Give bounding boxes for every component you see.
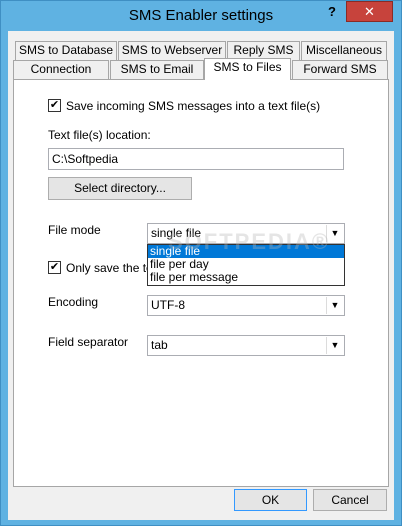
field-separator-value: tab bbox=[151, 338, 168, 352]
tab-sms-to-email[interactable]: SMS to Email bbox=[110, 60, 204, 79]
chevron-down-icon[interactable]: ▼ bbox=[326, 297, 343, 314]
close-icon: ✕ bbox=[364, 4, 375, 19]
ok-button[interactable]: OK bbox=[234, 489, 307, 511]
settings-window: SMS Enabler settings ? ✕ SMS to Database… bbox=[0, 0, 402, 526]
only-save-checkbox[interactable]: ✔ bbox=[48, 261, 61, 274]
file-mode-dropdown-list: single file file per day file per messag… bbox=[147, 244, 345, 286]
location-input[interactable]: C:\Softpedia bbox=[48, 148, 344, 170]
encoding-value: UTF-8 bbox=[151, 298, 185, 312]
tab-miscellaneous[interactable]: Miscellaneous bbox=[301, 41, 387, 60]
checkmark-icon: ✔ bbox=[49, 261, 60, 273]
chevron-down-icon[interactable]: ▼ bbox=[326, 225, 343, 242]
only-save-label: Only save the tex bbox=[66, 261, 159, 275]
field-separator-select[interactable]: tab ▼ bbox=[147, 335, 345, 356]
tab-sms-to-database[interactable]: SMS to Database bbox=[15, 41, 117, 60]
chevron-down-icon[interactable]: ▼ bbox=[326, 337, 343, 354]
save-sms-label: Save incoming SMS messages into a text f… bbox=[66, 99, 321, 113]
file-mode-option-file-per-message[interactable]: file per message bbox=[148, 271, 344, 284]
close-button[interactable]: ✕ bbox=[346, 1, 393, 22]
checkmark-icon: ✔ bbox=[49, 99, 60, 111]
sms-to-files-panel: ✔ Save incoming SMS messages into a text… bbox=[13, 79, 389, 487]
select-directory-button[interactable]: Select directory... bbox=[48, 177, 192, 200]
tab-forward-sms[interactable]: Forward SMS bbox=[292, 60, 388, 79]
cancel-button[interactable]: Cancel bbox=[313, 489, 387, 511]
dialog-client: SMS to Database SMS to Webserver Reply S… bbox=[8, 31, 394, 520]
field-separator-label: Field separator bbox=[48, 335, 129, 349]
save-sms-checkbox[interactable]: ✔ bbox=[48, 99, 61, 112]
file-mode-label: File mode bbox=[48, 223, 101, 237]
tab-sms-to-files[interactable]: SMS to Files bbox=[204, 58, 291, 80]
file-mode-select[interactable]: single file ▼ bbox=[147, 223, 345, 244]
help-button[interactable]: ? bbox=[319, 1, 345, 22]
encoding-label: Encoding bbox=[48, 295, 99, 309]
tab-connection[interactable]: Connection bbox=[13, 60, 109, 79]
title-bar[interactable]: SMS Enabler settings ? ✕ bbox=[1, 1, 401, 31]
location-label: Text file(s) location: bbox=[48, 128, 151, 142]
file-mode-value: single file bbox=[151, 226, 202, 240]
encoding-select[interactable]: UTF-8 ▼ bbox=[147, 295, 345, 316]
